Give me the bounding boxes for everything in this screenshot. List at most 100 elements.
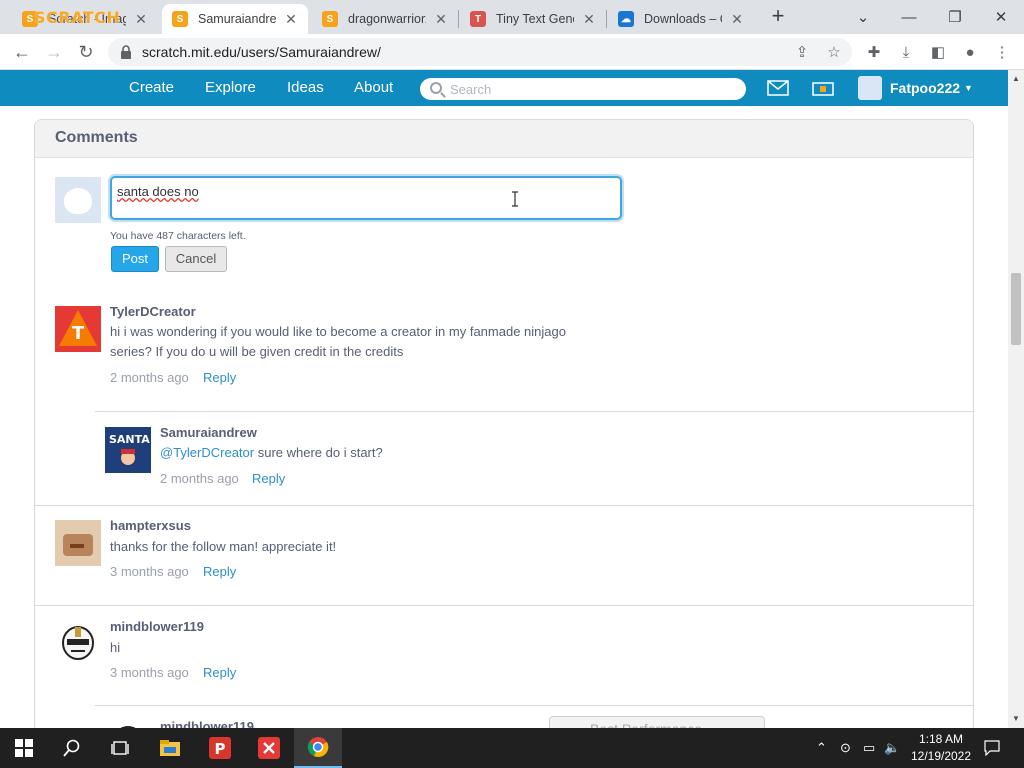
close-icon[interactable]: ✕ — [582, 11, 596, 28]
close-icon[interactable]: ✕ — [284, 11, 298, 28]
tab-samuraiandrew[interactable]: S Samuraiandrew ✕ — [162, 4, 308, 34]
scratch-cat-icon: S — [322, 11, 338, 27]
tab-title: Tiny Text Gener — [496, 12, 574, 26]
share-icon[interactable]: ⇪ — [792, 42, 812, 62]
comment-text: @TylerDCreator sure where do i start? — [160, 443, 630, 463]
close-icon[interactable]: ✕ — [730, 11, 744, 28]
extensions-puzzle-icon[interactable]: ✚ — [864, 42, 884, 62]
new-tab-button[interactable]: + — [766, 5, 790, 29]
tab-downloads[interactable]: ☁ Downloads – Of ✕ — [608, 4, 754, 34]
text-cursor-icon — [512, 191, 518, 207]
file-explorer-icon[interactable] — [146, 728, 194, 768]
reply-link[interactable]: Reply — [203, 370, 236, 385]
browser-toolbar: ← → ↻ scratch.mit.edu/users/Samuraiandre… — [0, 34, 1024, 70]
scratch-cat-icon: S — [172, 11, 188, 27]
comment-username[interactable]: TylerDCreator — [110, 304, 196, 319]
avatar[interactable]: T — [55, 306, 101, 352]
scroll-down-arrow-icon[interactable]: ▼ — [1012, 714, 1020, 723]
forward-arrow-icon[interactable]: → — [42, 40, 66, 64]
start-windows-icon[interactable] — [0, 728, 48, 768]
tab-divider — [458, 10, 459, 28]
my-stuff-folder-icon[interactable] — [812, 80, 834, 96]
comments-panel: Comments santa does no You have 487 char… — [34, 119, 974, 739]
nav-about[interactable]: About — [354, 70, 393, 106]
app-p-icon[interactable]: P — [196, 728, 244, 768]
close-icon[interactable]: ✕ — [434, 11, 448, 28]
characters-left: You have 487 characters left. — [110, 230, 246, 242]
tab-tiny-text[interactable]: T Tiny Text Gener ✕ — [460, 4, 606, 34]
comment-text: thanks for the follow man! appreciate it… — [110, 539, 337, 554]
divider — [35, 505, 973, 506]
scroll-up-arrow-icon[interactable]: ▲ — [1012, 74, 1020, 83]
mention-link[interactable]: @TylerDCreator — [160, 445, 254, 460]
lock-icon — [120, 45, 132, 59]
reply-link[interactable]: Reply — [203, 665, 236, 680]
side-panel-icon[interactable]: ◧ — [928, 42, 948, 62]
network-icon[interactable]: ▭ — [863, 728, 875, 768]
volume-muted-icon[interactable]: 🔈 — [884, 728, 900, 768]
comment-time: 2 months ago — [110, 370, 189, 385]
nav-create[interactable]: Create — [129, 70, 174, 106]
scrollbar-thumb[interactable] — [1011, 273, 1021, 345]
cancel-button[interactable]: Cancel — [165, 246, 227, 272]
tray-camera-icon[interactable]: ⊙ — [840, 728, 851, 768]
search-input[interactable]: Search — [420, 78, 746, 100]
messages-envelope-icon[interactable] — [767, 80, 789, 96]
notifications-icon[interactable] — [984, 728, 1000, 768]
comment-time: 3 months ago — [110, 564, 189, 579]
user-menu[interactable]: Fatpoo222 ▼ — [858, 76, 973, 100]
post-button[interactable]: Post — [111, 246, 159, 272]
avatar[interactable]: SANTA — [105, 427, 151, 473]
minimize-button[interactable]: — — [886, 0, 932, 34]
chrome-icon[interactable] — [294, 728, 342, 768]
reply-link[interactable]: Reply — [203, 564, 236, 579]
scratch-logo[interactable]: SCRATCH — [34, 8, 120, 27]
comment-username[interactable]: mindblower119 — [110, 619, 204, 634]
search-icon[interactable] — [48, 728, 96, 768]
back-arrow-icon[interactable]: ← — [10, 40, 34, 64]
menu-kebab-icon[interactable]: ⋮ — [992, 42, 1012, 62]
tab-title: Samuraiandrew — [198, 12, 276, 26]
profile-icon[interactable]: ● — [960, 42, 980, 62]
tab-dragonwarriorx[interactable]: S dragonwarriorx ✕ — [312, 4, 458, 34]
clock[interactable]: 1:18 AM 12/19/2022 — [906, 731, 976, 765]
comment-username[interactable]: hampterxsus — [110, 518, 191, 533]
comment-time: 2 months ago — [160, 471, 239, 486]
page-scrollbar[interactable]: ▲ ▼ — [1008, 70, 1024, 728]
close-window-button[interactable]: ✕ — [978, 0, 1024, 34]
bookmark-star-icon[interactable]: ☆ — [824, 42, 844, 62]
comment-text-rest: sure where do i start? — [254, 445, 383, 460]
comment-textarea[interactable]: santa does no — [110, 176, 622, 220]
svg-text:T: T — [72, 323, 85, 344]
divider — [95, 705, 973, 706]
clock-time: 1:18 AM — [918, 732, 964, 746]
download-icon[interactable]: ⤓ — [896, 42, 916, 62]
comment-username[interactable]: Samuraiandrew — [160, 425, 257, 440]
search-icon — [430, 82, 442, 94]
onedrive-icon: ☁ — [618, 11, 634, 27]
nav-explore[interactable]: Explore — [205, 70, 256, 106]
close-icon[interactable]: ✕ — [134, 11, 148, 28]
task-view-icon[interactable] — [96, 728, 144, 768]
address-bar[interactable]: scratch.mit.edu/users/Samuraiandrew/ — [108, 38, 852, 66]
comment-input-text: santa does no — [117, 184, 199, 199]
clock-date: 12/19/2022 — [910, 749, 972, 763]
windows-taskbar: P ⌃ ⊙ ▭ 🔈 1:18 AM 12/19/2022 — [0, 728, 1024, 768]
chevron-down-icon: ▼ — [964, 83, 973, 93]
comment-text: hi i was wondering if you would like to … — [110, 324, 566, 359]
tab-search-chevron-icon[interactable]: ⌄ — [840, 0, 886, 34]
tiny-text-icon: T — [470, 11, 486, 27]
comment-text: hi — [110, 640, 121, 655]
tray-chevron-up-icon[interactable]: ⌃ — [816, 728, 827, 768]
avatar[interactable] — [55, 621, 101, 667]
avatar[interactable] — [55, 520, 101, 566]
maximize-button[interactable]: ❐ — [932, 0, 978, 34]
reply-link[interactable]: Reply — [252, 471, 285, 486]
app-x-icon[interactable] — [245, 728, 293, 768]
search-placeholder: Search — [450, 81, 492, 97]
comments-heading: Comments — [35, 120, 973, 158]
comment-time: 3 months ago — [110, 665, 189, 680]
nav-ideas[interactable]: Ideas — [287, 70, 324, 106]
reload-icon[interactable]: ↻ — [74, 40, 98, 64]
svg-text:P: P — [215, 740, 226, 758]
